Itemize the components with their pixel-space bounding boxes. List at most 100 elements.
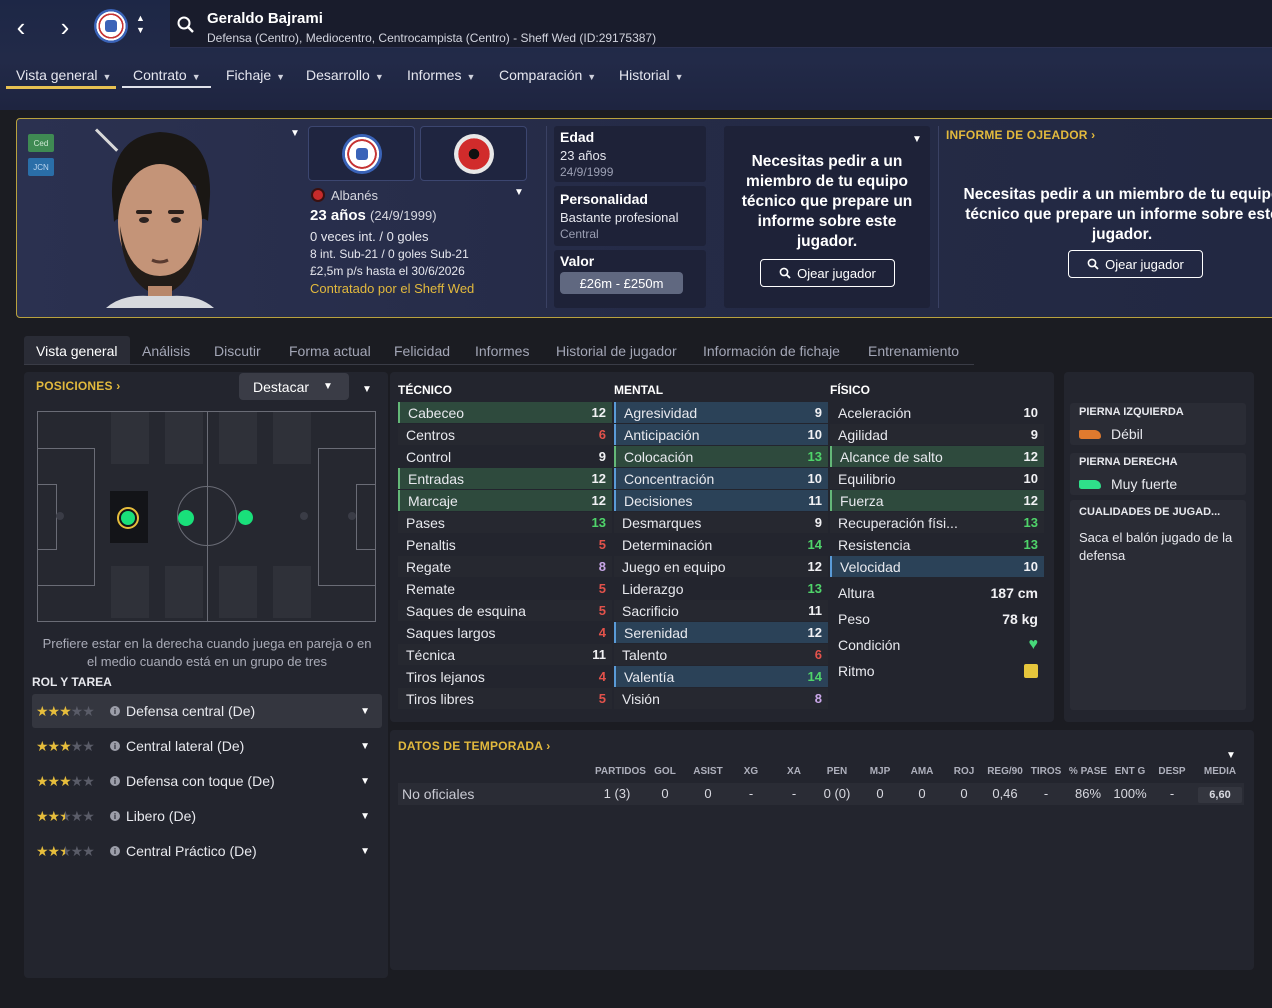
attribute-row[interactable]: Tiros lejanos 4 [398,666,612,687]
attribute-row[interactable]: Remate 5 [398,578,612,599]
highlight-dropdown[interactable]: Destacar ▼ [239,373,349,400]
attribute-row[interactable]: Agresividad 9 [614,402,828,423]
info-icon[interactable]: i [110,811,120,821]
season-column-header[interactable]: AMA [900,766,944,777]
tab-desarrollo[interactable]: Desarrollo ▼ [306,67,384,83]
subtab-entrenamiento[interactable]: Entrenamiento [868,343,959,359]
club-crest-large[interactable] [308,126,415,181]
role-row[interactable]: ★★★★★ i Central lateral (De) ▼ [32,729,382,763]
position-dot[interactable] [238,510,253,525]
attribute-row[interactable]: Decisiones 11 [614,490,828,511]
tab-comparacion[interactable]: Comparación ▼ [499,67,596,83]
attribute-row[interactable]: Determinación 14 [614,534,828,555]
attribute-row[interactable]: Colocación 13 [614,446,828,467]
attribute-row[interactable]: Saques largos 4 [398,622,612,643]
attribute-row[interactable]: Recuperación físi... 13 [830,512,1044,533]
attribute-row[interactable]: Juego en equipo 12 [614,556,828,577]
nationality-chevron-icon[interactable]: ▼ [514,187,524,198]
attribute-row[interactable]: Velocidad 10 [830,556,1044,577]
attribute-row[interactable]: Sacrificio 11 [614,600,828,621]
attribute-row[interactable]: Aceleración 10 [830,402,1044,423]
positions-title[interactable]: POSICIONES › [36,379,120,393]
tab-contrato[interactable]: Contrato ▼ [133,67,201,83]
season-stats-chevron-icon[interactable]: ▼ [1226,750,1236,761]
attribute-row[interactable]: Saques de esquina 5 [398,600,612,621]
tab-fichaje[interactable]: Fichaje ▼ [226,67,285,83]
attribute-row[interactable]: Liderazgo 13 [614,578,828,599]
attribute-row[interactable]: Técnica 11 [398,644,612,665]
role-row[interactable]: ★★★★★ i Defensa central (De) ▼ [32,694,382,728]
attribute-row[interactable]: Alcance de salto 12 [830,446,1044,467]
history-chevron-icon[interactable]: ▲ ▼ [136,12,145,36]
season-column-header[interactable]: ROJ [942,766,986,777]
back-arrow-icon[interactable]: ‹ [6,8,36,46]
attribute-row[interactable]: Centros 6 [398,424,612,445]
season-column-header[interactable]: GOL [643,766,687,777]
attribute-row[interactable]: Pases 13 [398,512,612,533]
season-stats-title[interactable]: DATOS DE TEMPORADA › [398,739,550,753]
attribute-row[interactable]: Entradas 12 [398,468,612,489]
role-chevron-icon[interactable]: ▼ [360,846,370,857]
subtab-historial-jugador[interactable]: Historial de jugador [556,343,677,359]
attribute-row[interactable]: Equilibrio 10 [830,468,1044,489]
scout-player-button-right[interactable]: Ojear jugador [1068,250,1203,278]
season-column-header[interactable]: MEDIA [1198,766,1242,777]
season-column-header[interactable]: DESP [1150,766,1194,777]
role-chevron-icon[interactable]: ▼ [360,741,370,752]
natural-position-dot[interactable] [117,507,139,529]
tab-informes[interactable]: Informes ▼ [407,67,475,83]
search-icon[interactable] [176,15,196,40]
season-column-header[interactable]: ASIST [686,766,730,777]
attribute-row[interactable]: Penaltis 5 [398,534,612,555]
info-icon[interactable]: i [110,706,120,716]
attribute-row[interactable]: Concentración 10 [614,468,828,489]
role-chevron-icon[interactable]: ▼ [360,811,370,822]
season-column-header[interactable]: XG [729,766,773,777]
tab-vista-general[interactable]: Vista general ▼ [16,67,111,83]
subtab-analisis[interactable]: Análisis [142,343,190,359]
positions-expand-chevron-icon[interactable]: ▼ [362,384,372,395]
attribute-row[interactable]: Cabeceo 12 [398,402,612,423]
season-column-header[interactable]: MJP [858,766,902,777]
attribute-row[interactable]: Visión 8 [614,688,828,709]
attribute-row[interactable]: Anticipación 10 [614,424,828,445]
attribute-row[interactable]: Serenidad 12 [614,622,828,643]
coach-report-chevron-icon[interactable]: ▼ [912,134,922,145]
attribute-row[interactable]: Agilidad 9 [830,424,1044,445]
role-row[interactable]: ★★★★★ i Defensa con toque (De) ▼ [32,764,382,798]
role-row[interactable]: ★★★★★ i Libero (De) ▼ [32,799,382,833]
attribute-row[interactable]: Fuerza 12 [830,490,1044,511]
attribute-row[interactable]: Valentía 14 [614,666,828,687]
attribute-row[interactable]: Resistencia 13 [830,534,1044,555]
attribute-row[interactable]: Control 9 [398,446,612,467]
info-icon[interactable]: i [110,741,120,751]
tab-historial[interactable]: Historial ▼ [619,67,684,83]
photo-menu-chevron-icon[interactable]: ▼ [290,128,300,139]
role-chevron-icon[interactable]: ▼ [360,776,370,787]
info-icon[interactable]: i [110,846,120,856]
subtab-forma-actual[interactable]: Forma actual [289,343,371,359]
subtab-felicidad[interactable]: Felicidad [394,343,450,359]
scout-report-title[interactable]: INFORME DE OJEADOR › [946,128,1095,142]
attribute-row[interactable]: Desmarques 9 [614,512,828,533]
role-row[interactable]: ★★★★★ i Central Práctico (De) ▼ [32,834,382,868]
attribute-row[interactable]: Marcaje 12 [398,490,612,511]
attribute-row[interactable]: Tiros libres 5 [398,688,612,709]
attribute-row[interactable]: Regate 8 [398,556,612,577]
forward-arrow-icon[interactable]: › [50,8,80,46]
signed-by-link[interactable]: Contratado por el Sheff Wed [310,281,474,296]
season-column-header[interactable]: % PASE [1066,766,1110,777]
season-column-header[interactable]: PEN [815,766,859,777]
attribute-row[interactable]: Talento 6 [614,644,828,665]
role-chevron-icon[interactable]: ▼ [360,706,370,717]
subtab-informacion-fichaje[interactable]: Información de fichaje [703,343,840,359]
scout-player-button[interactable]: Ojear jugador [760,259,895,287]
club-crest-icon[interactable] [94,9,128,43]
season-column-header[interactable]: ENT G [1108,766,1152,777]
info-icon[interactable]: i [110,776,120,786]
subtab-discutir[interactable]: Discutir [214,343,261,359]
subtab-vista-general[interactable]: Vista general [36,343,117,359]
subtab-informes[interactable]: Informes [475,343,529,359]
season-column-header[interactable]: PARTIDOS [595,766,646,777]
nation-crest-large[interactable] [420,126,527,181]
